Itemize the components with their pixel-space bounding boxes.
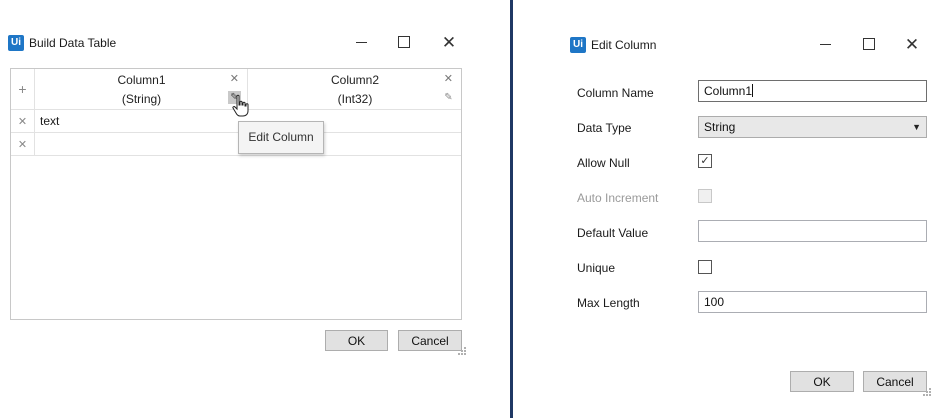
- allow-null-label: Allow Null: [577, 156, 630, 170]
- uipath-logo: Ui: [570, 37, 586, 53]
- max-length-label: Max Length: [577, 296, 640, 310]
- cancel-button[interactable]: Cancel: [863, 371, 927, 392]
- unique-checkbox[interactable]: [698, 260, 712, 274]
- column-header[interactable]: Column2 (Int32) ✕ ✎: [249, 69, 461, 109]
- cancel-button[interactable]: Cancel: [398, 330, 462, 351]
- edit-column-window: Ui Edit Column ✕ Column Name Column1 Dat…: [513, 0, 944, 418]
- resize-grip-icon[interactable]: [923, 388, 933, 398]
- remove-column-icon[interactable]: ✕: [230, 72, 239, 85]
- max-length-input[interactable]: 100: [698, 291, 927, 313]
- row-divider: [11, 155, 461, 156]
- build-data-table-window: Ui Build Data Table ✕ + Column1 (String)…: [0, 0, 510, 418]
- hand-cursor-icon: [232, 94, 249, 117]
- minimize-button[interactable]: [349, 32, 373, 52]
- column-header[interactable]: Column1 (String) ✕ ✎: [36, 69, 248, 109]
- column-name: Column2: [330, 73, 380, 87]
- default-value-label: Default Value: [577, 226, 649, 240]
- table-cell[interactable]: [36, 133, 248, 155]
- delete-row-icon[interactable]: ✕: [11, 110, 35, 132]
- column-name-label: Column Name: [577, 86, 654, 100]
- column-type: (Int32): [337, 92, 373, 106]
- auto-increment-label: Auto Increment: [577, 191, 659, 205]
- delete-row-icon[interactable]: ✕: [11, 133, 35, 155]
- default-value-input[interactable]: [698, 220, 927, 242]
- close-button[interactable]: ✕: [437, 32, 461, 52]
- pencil-icon[interactable]: ✎: [442, 91, 455, 104]
- resize-grip-icon[interactable]: [458, 347, 468, 357]
- add-column-icon[interactable]: +: [11, 69, 35, 109]
- checkmark-icon: ✓: [700, 155, 710, 167]
- edit-column-tooltip: Edit Column: [238, 121, 324, 154]
- auto-increment-checkbox: [698, 189, 712, 203]
- close-button[interactable]: ✕: [900, 34, 924, 54]
- ok-button[interactable]: OK: [790, 371, 854, 392]
- allow-null-checkbox[interactable]: ✓: [698, 154, 712, 168]
- uipath-logo: Ui: [8, 35, 24, 51]
- text-caret: [752, 84, 754, 97]
- window-title: Edit Column: [591, 38, 657, 52]
- data-type-select[interactable]: String ▼: [698, 116, 927, 138]
- ok-button[interactable]: OK: [325, 330, 388, 351]
- minimize-button[interactable]: [813, 34, 837, 54]
- caret-down-icon: ▼: [912, 122, 921, 132]
- data-type-label: Data Type: [577, 121, 632, 135]
- remove-column-icon[interactable]: ✕: [444, 72, 453, 85]
- column-name: Column1: [117, 73, 166, 87]
- maximize-button[interactable]: [857, 34, 881, 54]
- maximize-button[interactable]: [392, 32, 416, 52]
- window-title: Build Data Table: [29, 36, 117, 50]
- column-name-input[interactable]: Column1: [698, 80, 927, 102]
- table-cell[interactable]: text: [36, 110, 248, 132]
- column-type: (String): [121, 92, 162, 106]
- unique-label: Unique: [577, 261, 616, 275]
